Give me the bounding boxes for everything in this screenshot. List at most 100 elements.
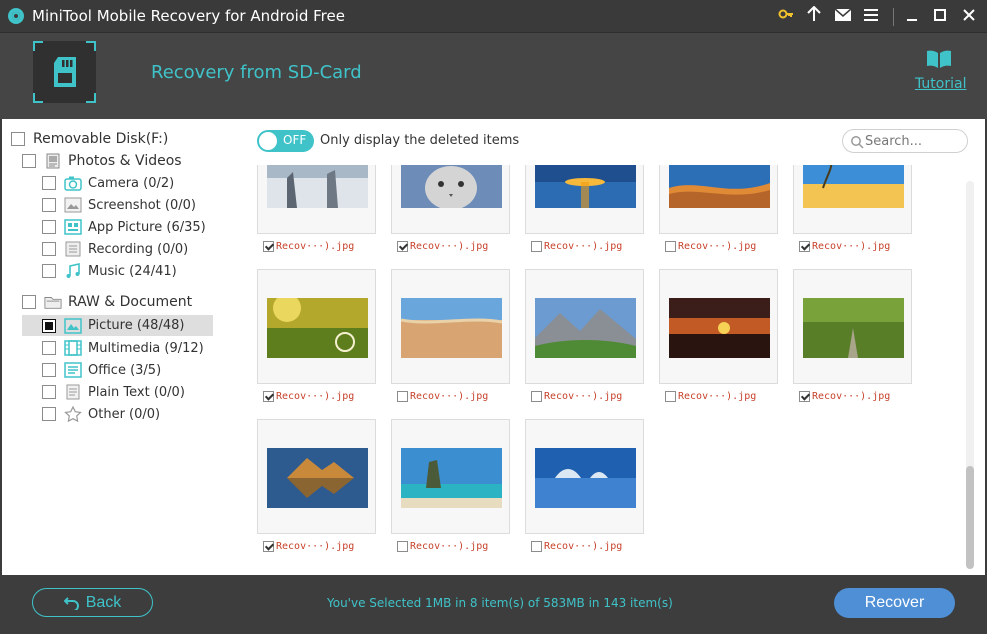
thumbnail-caption[interactable]: Recov···).jpg [799,239,890,253]
tree-group-photos-videos[interactable]: Photos & Videos [22,151,182,171]
thumbnail-card[interactable] [525,419,644,534]
back-label: Back [85,593,122,611]
checkbox[interactable] [42,318,56,333]
book-icon[interactable] [926,49,952,69]
tree-item-picture[interactable]: Picture (48/48) [22,315,213,336]
thumbnail-caption[interactable]: Recov···).jpg [263,389,354,403]
search-box[interactable] [842,129,968,153]
back-button[interactable]: Back [32,588,153,617]
search-input[interactable] [865,133,961,149]
checkbox[interactable] [42,385,56,399]
thumbnail-filename: Recov···).jpg [410,540,489,552]
thumbnail-caption[interactable]: Recov···).jpg [799,389,890,403]
checkbox[interactable] [397,390,408,402]
category-tree: Removable Disk(F:) Photos & Videos Camer… [2,119,230,575]
thumbnail-card[interactable] [257,165,376,234]
search-icon [851,136,864,149]
thumbnail-caption[interactable]: Recov···).jpg [531,239,622,253]
tree-item-camera[interactable]: Camera (0/2) [42,173,174,193]
minimize-icon[interactable] [899,4,925,30]
thumbnail-card[interactable] [391,419,510,534]
checkbox[interactable] [11,132,25,146]
thumbnail-grid: Recov···).jpg Recov···).jpg Recov···).jpg R… [254,165,962,565]
page-title: Recovery from SD-Card [151,62,362,83]
folder-icon [44,294,62,310]
checkbox-checked[interactable] [263,240,274,252]
thumbnail-card[interactable] [793,165,912,234]
key-icon[interactable] [773,4,799,30]
thumbnail-caption[interactable]: Recov···).jpg [397,389,488,403]
checkbox-checked[interactable] [263,540,274,552]
deleted-items-toggle[interactable]: OFF [257,130,314,152]
thumbnail-caption[interactable]: Recov···).jpg [531,539,622,553]
tree-item-multimedia[interactable]: Multimedia (9/12) [42,338,204,358]
thumbnail-caption[interactable]: Recov···).jpg [263,539,354,553]
main-content: Removable Disk(F:) Photos & Videos Camer… [2,119,985,575]
maximize-icon[interactable] [927,4,953,30]
checkbox[interactable] [42,198,56,212]
tree-root-removable-disk[interactable]: Removable Disk(F:) [11,129,168,149]
thumbnail-caption[interactable]: Recov···).jpg [397,239,488,253]
sd-card-icon [33,41,96,103]
checkbox-checked[interactable] [397,240,408,252]
upgrade-icon[interactable] [801,4,827,30]
thumbnail-card[interactable] [793,269,912,384]
thumbnail-card[interactable] [659,269,778,384]
thumbnail-card[interactable] [257,269,376,384]
checkbox[interactable] [42,407,56,421]
thumbnail-caption[interactable]: Recov···).jpg [665,389,756,403]
tree-item-music[interactable]: Music (24/41) [42,261,177,281]
thumbnail-card[interactable] [525,269,644,384]
thumbnail-filename: Recov···).jpg [812,390,891,402]
checkbox[interactable] [42,363,56,377]
thumbnail-card[interactable] [391,269,510,384]
thumbnail-card[interactable] [391,165,510,234]
thumbnail-caption[interactable]: Recov···).jpg [531,389,622,403]
photo-lake-sunset [669,298,770,358]
checkbox[interactable] [665,390,676,402]
tree-item-app-picture[interactable]: App Picture (6/35) [42,217,206,237]
thumbnail-filename: Recov···).jpg [410,240,489,252]
thumbnail-card[interactable] [257,419,376,534]
scrollbar[interactable] [966,181,974,569]
tree-item-other[interactable]: Other (0/0) [42,404,160,424]
mail-icon[interactable] [830,4,856,30]
office-document-icon [64,362,82,378]
thumbnail-filename: Recov···).jpg [678,390,757,402]
thumbnail-caption[interactable]: Recov···).jpg [263,239,354,253]
recover-button[interactable]: Recover [834,588,955,618]
close-icon[interactable] [956,4,982,30]
checkbox[interactable] [397,540,408,552]
thumbnail-filename: Recov···).jpg [678,240,757,252]
checkbox[interactable] [531,540,542,552]
checkbox-checked[interactable] [263,390,274,402]
checkbox[interactable] [42,341,56,355]
tree-item-plain-text[interactable]: Plain Text (0/0) [42,382,185,402]
checkbox[interactable] [22,295,36,309]
thumbnail-filename: Recov···).jpg [544,240,623,252]
checkbox[interactable] [42,176,56,190]
menu-icon[interactable] [858,4,884,30]
checkbox[interactable] [665,240,676,252]
checkbox[interactable] [531,240,542,252]
checkbox[interactable] [42,220,56,234]
tree-item-office[interactable]: Office (3/5) [42,360,161,380]
thumbnail-card[interactable] [525,165,644,234]
thumbnail-caption[interactable]: Recov···).jpg [397,539,488,553]
checkbox[interactable] [42,264,56,278]
photo-mountain-lake [267,448,368,508]
scrollbar-thumb[interactable] [966,466,974,569]
tree-item-recording[interactable]: Recording (0/0) [42,239,188,259]
checkbox-checked[interactable] [799,390,810,402]
checkbox[interactable] [22,154,36,168]
tutorial-link[interactable]: Tutorial [915,76,966,92]
checkbox-checked[interactable] [799,240,810,252]
camera-icon [64,175,82,191]
thumbnail-filename: Recov···).jpg [410,390,489,402]
checkbox[interactable] [42,242,56,256]
tree-item-screenshot[interactable]: Screenshot (0/0) [42,195,196,215]
tree-group-raw-document[interactable]: RAW & Document [22,292,192,312]
thumbnail-card[interactable] [659,165,778,234]
thumbnail-caption[interactable]: Recov···).jpg [665,239,756,253]
checkbox[interactable] [531,390,542,402]
